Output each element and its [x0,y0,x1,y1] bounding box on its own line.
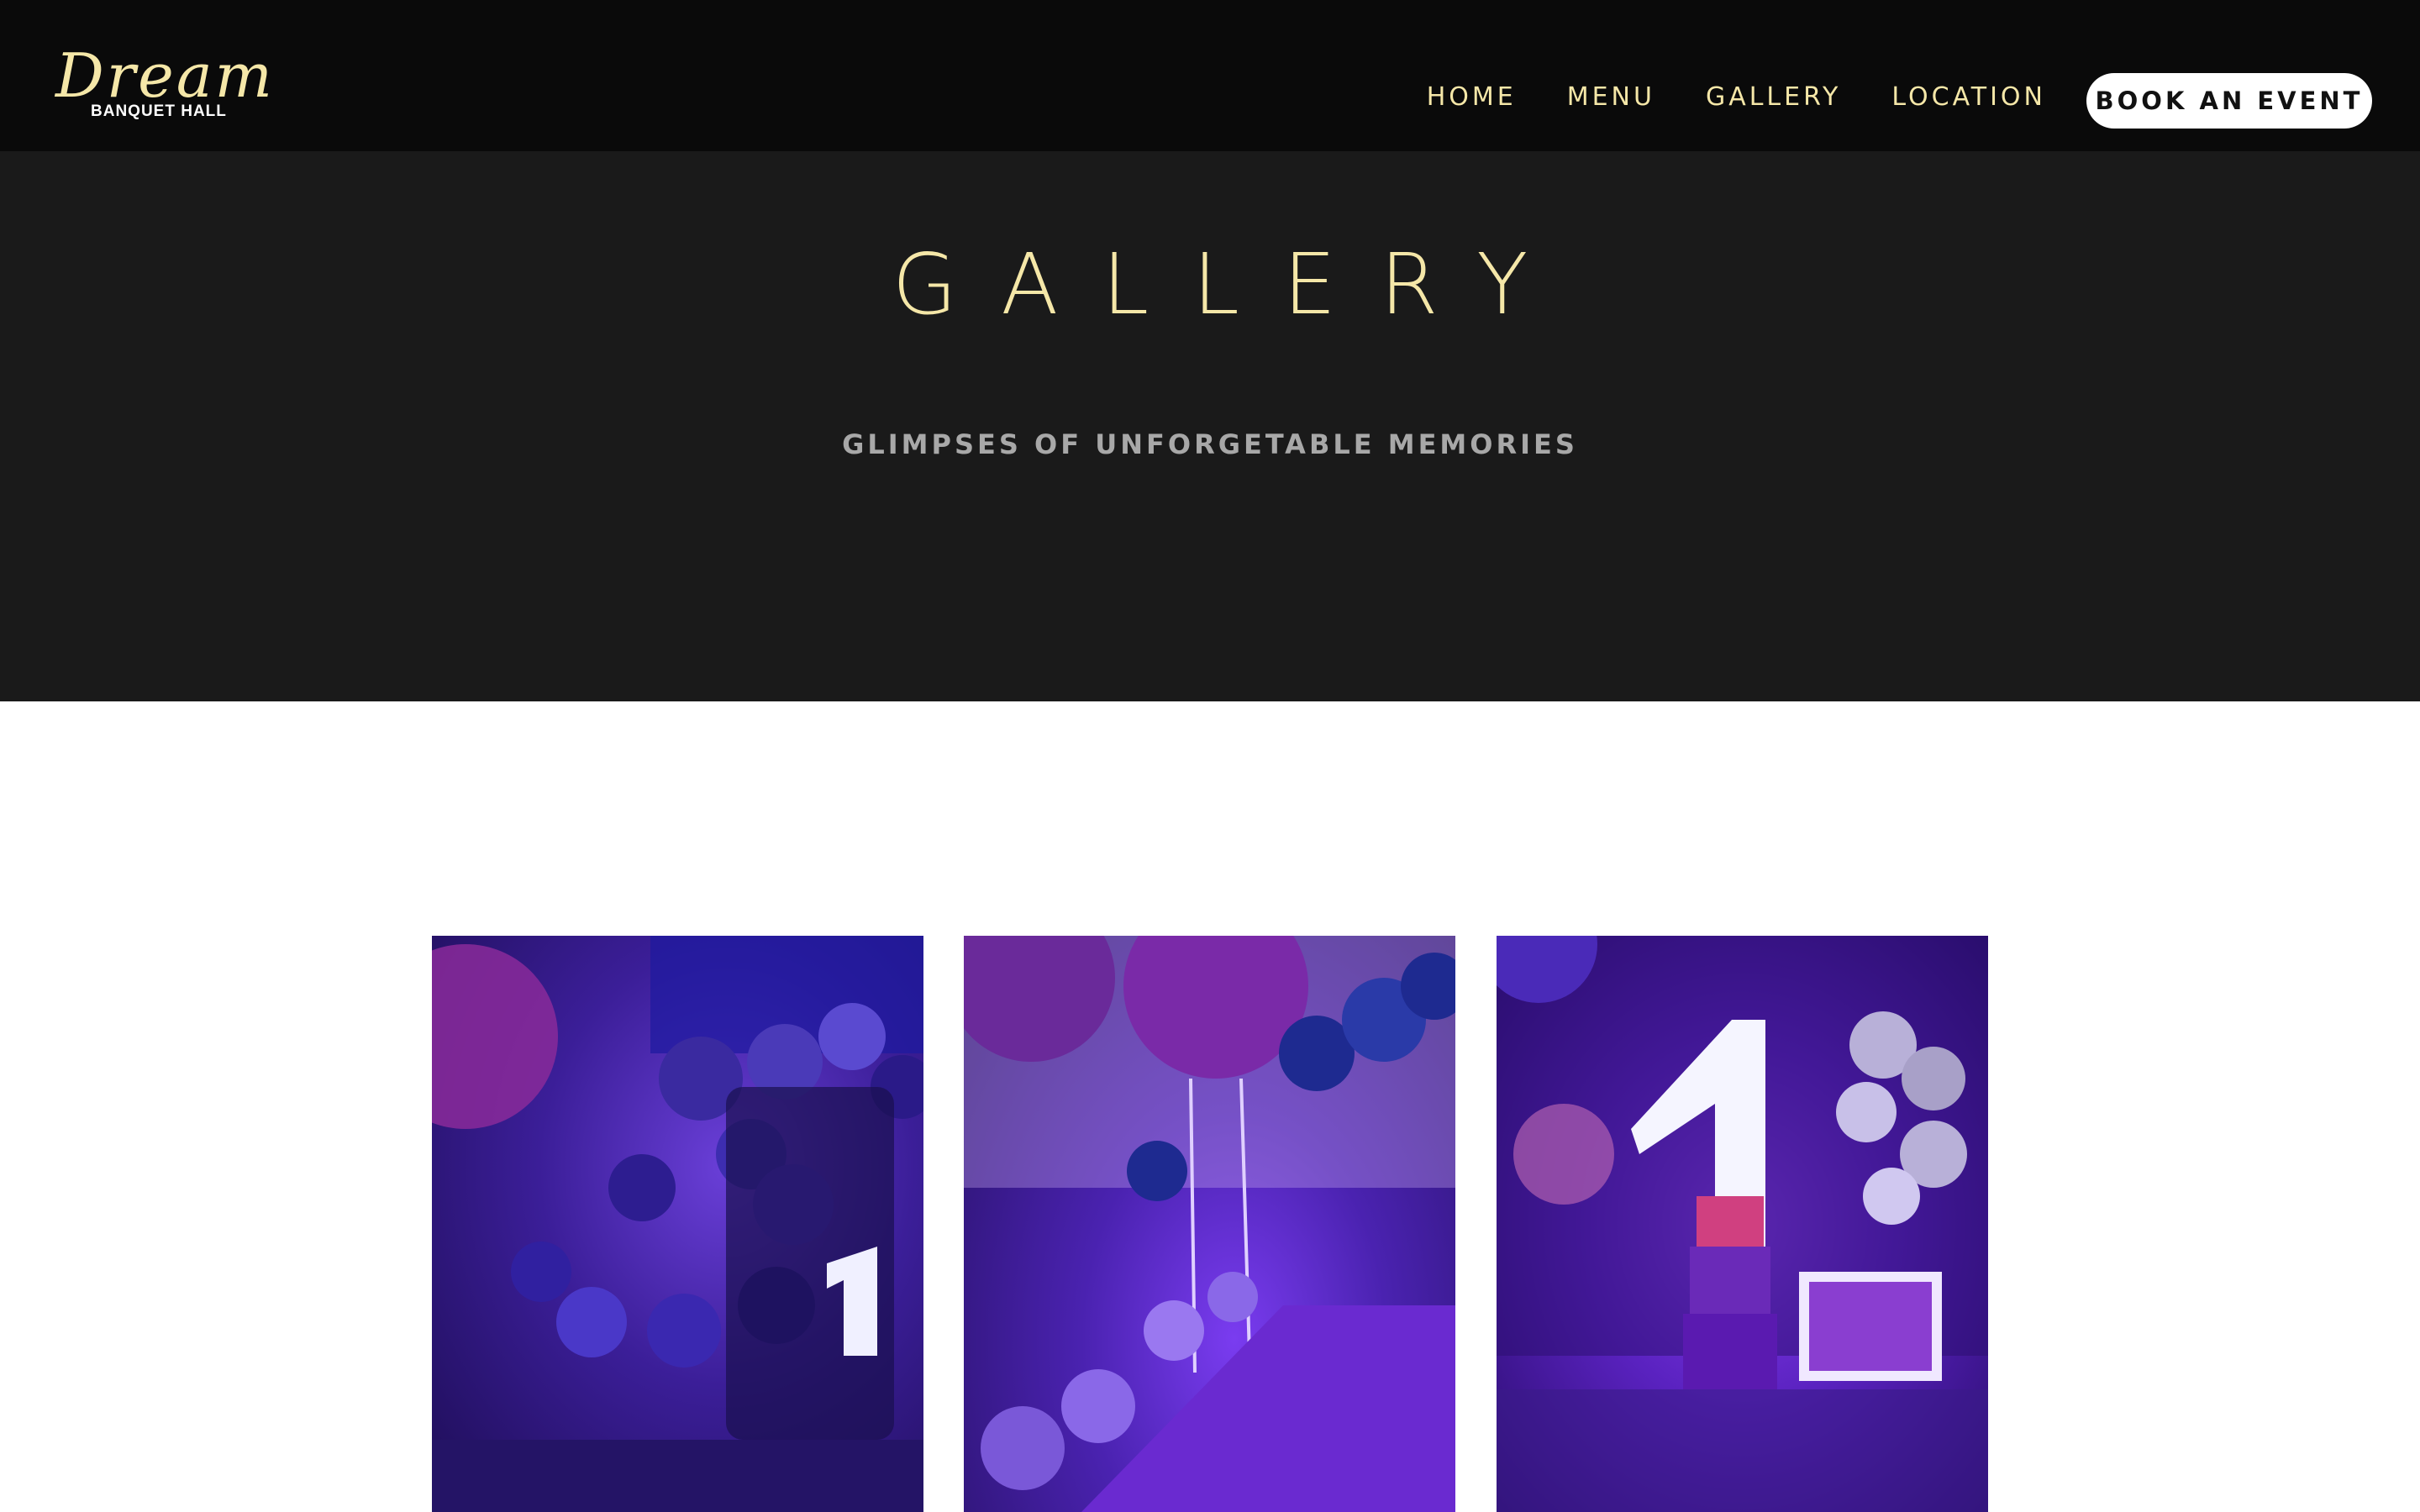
page-title: GALLERY [892,235,1572,333]
nav-home[interactable]: HOME [1427,81,1517,114]
brand-name: Dream [55,40,275,111]
nav-gallery[interactable]: GALLERY [1706,81,1841,114]
gallery-grid [432,936,1990,1512]
nav-menu[interactable]: MENU [1567,81,1655,114]
top-nav: Dream BANQUET HALL HOME MENU GALLERY LOC… [0,0,2420,151]
cake-table-image [1497,936,1988,1512]
brand-logo[interactable]: Dream BANQUET HALL [55,42,272,126]
book-event-button[interactable]: BOOK AN EVENT [2086,73,2372,129]
balloon-wall-image [432,936,923,1512]
hero-banner: GALLERY GLIMPSES OF UNFORGETABLE MEMORIE… [0,151,2420,701]
gallery-photo[interactable] [1497,936,1988,1512]
nav-location[interactable]: LOCATION [1891,81,2046,114]
nav-links: HOME MENU GALLERY LOCATION [1376,81,2046,114]
page-subtitle: GLIMPSES OF UNFORGETABLE MEMORIES [842,428,1578,460]
gallery-photo[interactable] [964,936,1455,1512]
banquet-table-image [964,936,1455,1512]
gallery-photo[interactable] [432,936,923,1512]
brand-tagline: BANQUET HALL [91,102,227,120]
